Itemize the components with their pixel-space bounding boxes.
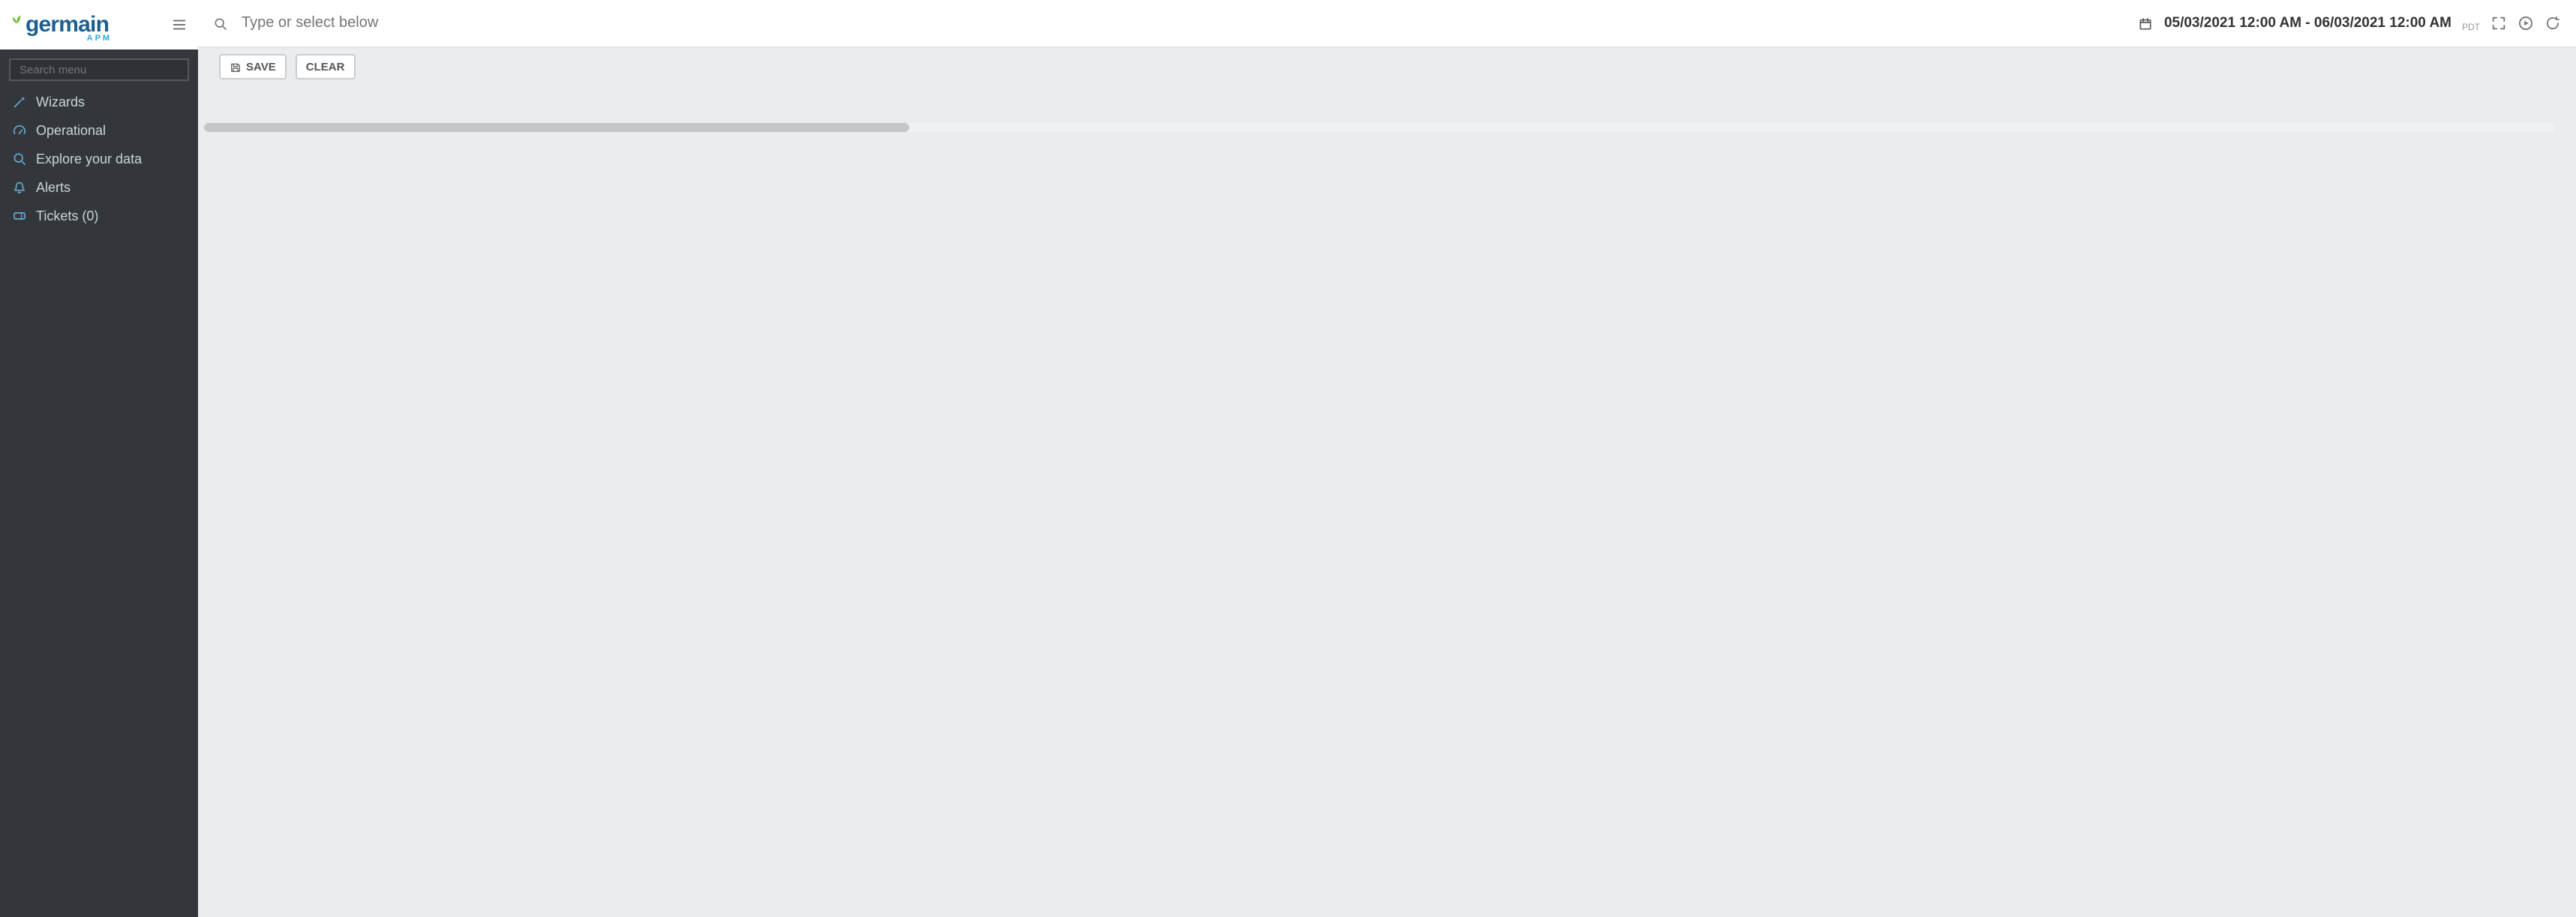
sidebar-item-alerts[interactable]: Alerts <box>0 172 198 201</box>
wand-icon <box>12 94 27 109</box>
gauge-icon <box>12 122 27 137</box>
refresh-icon[interactable] <box>2544 15 2561 31</box>
fullscreen-icon[interactable] <box>2490 15 2507 31</box>
app-root: germain APM Wizards Operational Explore yo… <box>0 0 2576 917</box>
calendar-icon[interactable] <box>2139 16 2154 31</box>
sidebar-item-label: Tickets (0) <box>36 208 98 223</box>
sidebar: germain APM Wizards Operational Explore yo… <box>0 0 198 917</box>
brand-sub-text: APM <box>87 34 112 43</box>
search-icon <box>12 151 27 166</box>
global-search <box>239 13 2128 33</box>
dashboard-toolbar <box>198 85 2576 118</box>
ticket-icon <box>12 208 27 223</box>
global-search-input[interactable] <box>239 13 1561 33</box>
save-label: SAVE <box>246 60 276 73</box>
scrollbar-thumb[interactable] <box>204 123 909 132</box>
topbar: 05/03/2021 12:00 AM - 06/03/2021 12:00 A… <box>198 0 2576 48</box>
bell-icon <box>12 179 27 194</box>
sidebar-item-label: Explore your data <box>36 151 142 166</box>
clear-button[interactable]: CLEAR <box>296 54 356 79</box>
sidebar-nav: Wizards Operational Explore your data Alert… <box>0 87 198 229</box>
horizontal-scrollbar[interactable] <box>204 123 2555 132</box>
sidebar-item-tickets-0[interactable]: Tickets (0) <box>0 201 198 229</box>
brand-text: germain <box>26 13 109 36</box>
sidebar-search-input[interactable] <box>17 61 182 78</box>
hamburger-menu-icon[interactable] <box>171 16 188 33</box>
play-icon[interactable] <box>2517 15 2534 31</box>
filter-bar: SAVE CLEAR <box>198 48 2576 85</box>
search-icon <box>213 16 228 31</box>
timezone-label: PDT <box>2462 24 2480 33</box>
dashboard-grid <box>198 118 2576 120</box>
logo-row: germain APM <box>0 0 198 49</box>
sidebar-item-explore-your-data[interactable]: Explore your data <box>0 144 198 172</box>
sidebar-item-label: Alerts <box>36 179 71 194</box>
sidebar-item-label: Wizards <box>36 94 85 109</box>
save-disk-icon <box>230 61 242 73</box>
sidebar-item-wizards[interactable]: Wizards <box>0 87 198 115</box>
topbar-right: 05/03/2021 12:00 AM - 06/03/2021 12:00 A… <box>2139 13 2561 33</box>
main-area: 05/03/2021 12:00 AM - 06/03/2021 12:00 A… <box>198 0 2576 917</box>
save-button[interactable]: SAVE <box>219 54 287 79</box>
date-range[interactable]: 05/03/2021 12:00 AM - 06/03/2021 12:00 A… <box>2164 15 2451 31</box>
clear-label: CLEAR <box>306 60 345 73</box>
leaf-icon <box>11 13 23 25</box>
sidebar-search <box>9 58 189 81</box>
sidebar-item-operational[interactable]: Operational <box>0 115 198 144</box>
app-logo[interactable]: germain APM <box>11 13 109 36</box>
sidebar-item-label: Operational <box>36 122 106 137</box>
